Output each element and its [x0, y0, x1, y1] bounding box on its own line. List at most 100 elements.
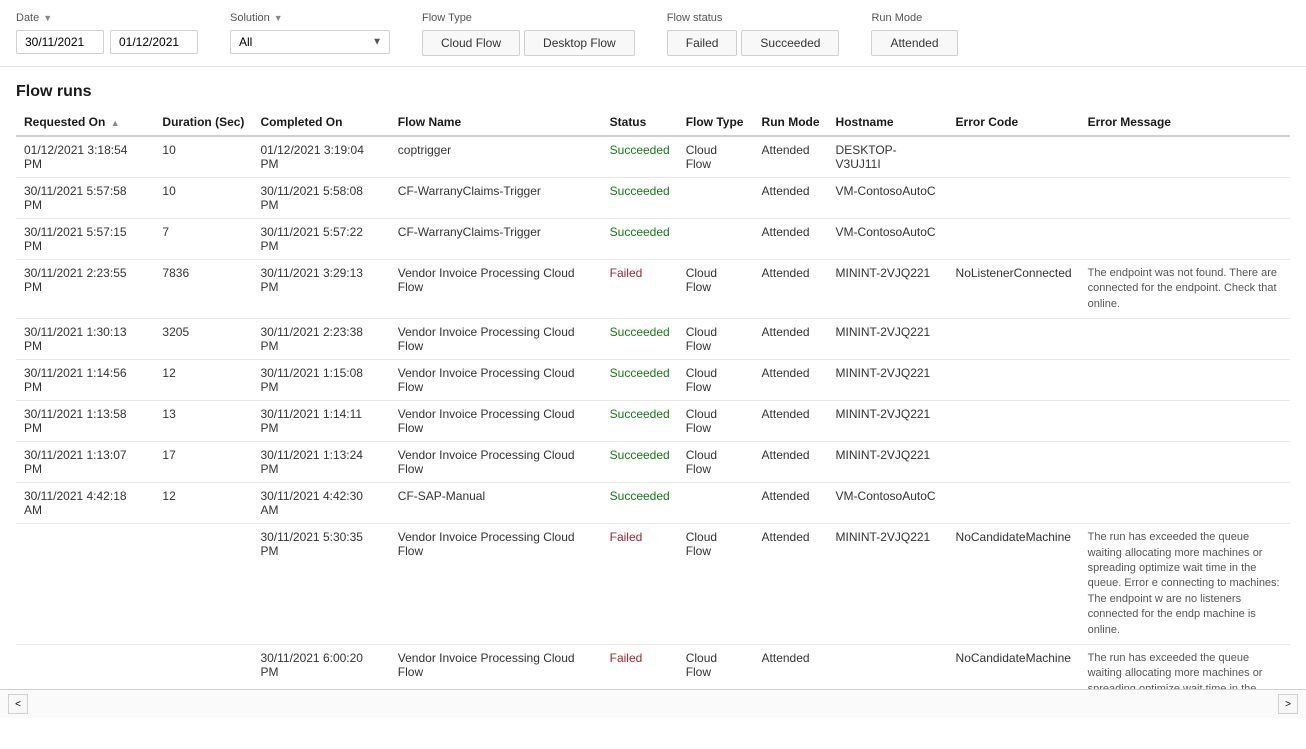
cell-run-mode: Attended	[754, 401, 828, 442]
cell-error-code	[948, 442, 1080, 483]
cell-error-code: NoListenerConnected	[948, 260, 1080, 319]
flow-type-buttons: Cloud Flow Desktop Flow	[422, 30, 635, 56]
cell-completed-on: 01/12/2021 3:19:04 PM	[252, 136, 389, 178]
cell-flow-type	[678, 178, 754, 219]
date-end-input[interactable]	[110, 30, 198, 54]
run-mode-label: Run Mode	[871, 12, 922, 24]
date-start-input[interactable]	[16, 30, 104, 54]
cell-requested-on: 30/11/2021 1:30:13 PM	[16, 319, 154, 360]
cell-error-message	[1080, 219, 1290, 260]
cell-run-mode: Attended	[754, 219, 828, 260]
cell-duration: 17	[154, 442, 252, 483]
table-row: 30/11/2021 5:57:15 PM730/11/2021 5:57:22…	[16, 219, 1290, 260]
table-row: 30/11/2021 1:14:56 PM1230/11/2021 1:15:0…	[16, 360, 1290, 401]
cell-completed-on: 30/11/2021 4:42:30 AM	[252, 483, 389, 524]
cell-error-message: The run has exceeded the queue waiting a…	[1080, 524, 1290, 645]
cell-flow-type: Cloud Flow	[678, 401, 754, 442]
cell-status: Succeeded	[602, 319, 678, 360]
cloud-flow-btn[interactable]: Cloud Flow	[422, 30, 520, 56]
cell-error-code: NoCandidateMachine	[948, 524, 1080, 645]
col-header-status: Status	[602, 109, 678, 136]
section-title: Flow runs	[0, 67, 1306, 109]
cell-error-code	[948, 178, 1080, 219]
cell-status: Succeeded	[602, 483, 678, 524]
solution-filter-group: Solution ▼ All ▼	[230, 12, 390, 54]
cell-flow-name: Vendor Invoice Processing Cloud Flow	[390, 442, 602, 483]
cell-duration: 10	[154, 136, 252, 178]
cell-duration: 3205	[154, 319, 252, 360]
cell-run-mode: Attended	[754, 360, 828, 401]
cell-status: Succeeded	[602, 178, 678, 219]
table-row: 30/11/2021 1:30:13 PM320530/11/2021 2:23…	[16, 319, 1290, 360]
cell-error-code	[948, 136, 1080, 178]
flow-status-filter-group: Flow status Failed Succeeded	[667, 12, 840, 56]
cell-error-code	[948, 401, 1080, 442]
desktop-flow-btn[interactable]: Desktop Flow	[524, 30, 635, 56]
cell-requested-on: 01/12/2021 3:18:54 PM	[16, 136, 154, 178]
flow-runs-table: Requested On ▲ Duration (Sec) Completed …	[16, 109, 1290, 689]
cell-hostname: MININT-2VJQ221	[828, 360, 948, 401]
cell-run-mode: Attended	[754, 260, 828, 319]
cell-flow-name: Vendor Invoice Processing Cloud Flow	[390, 524, 602, 645]
cell-hostname: MININT-2VJQ221	[828, 319, 948, 360]
cell-status: Failed	[602, 644, 678, 689]
cell-flow-name: Vendor Invoice Processing Cloud Flow	[390, 644, 602, 689]
bottom-navigation-bar: < >	[0, 689, 1306, 718]
cell-duration: 12	[154, 483, 252, 524]
cell-status: Succeeded	[602, 360, 678, 401]
cell-flow-name: coptrigger	[390, 136, 602, 178]
cell-requested-on: 30/11/2021 5:57:58 PM	[16, 178, 154, 219]
cell-completed-on: 30/11/2021 1:14:11 PM	[252, 401, 389, 442]
cell-run-mode: Attended	[754, 319, 828, 360]
date-filter-label: Date	[16, 12, 39, 24]
col-header-requested-on[interactable]: Requested On ▲	[16, 109, 154, 136]
table-row: 30/11/2021 5:30:35 PMVendor Invoice Proc…	[16, 524, 1290, 645]
flow-type-filter-group: Flow Type Cloud Flow Desktop Flow	[422, 12, 635, 56]
cell-completed-on: 30/11/2021 6:00:20 PM	[252, 644, 389, 689]
cell-hostname: MININT-2VJQ221	[828, 260, 948, 319]
cell-flow-type: Cloud Flow	[678, 644, 754, 689]
cell-requested-on: 30/11/2021 4:42:18 AM	[16, 483, 154, 524]
cell-requested-on: 30/11/2021 1:14:56 PM	[16, 360, 154, 401]
solution-select[interactable]: All	[230, 30, 390, 54]
cell-flow-name: CF-SAP-Manual	[390, 483, 602, 524]
solution-filter-label: Solution	[230, 12, 270, 24]
col-header-duration: Duration (Sec)	[154, 109, 252, 136]
failed-btn[interactable]: Failed	[667, 30, 738, 56]
col-header-run-mode: Run Mode	[754, 109, 828, 136]
cell-flow-type: Cloud Flow	[678, 442, 754, 483]
cell-run-mode: Attended	[754, 524, 828, 645]
cell-flow-type	[678, 483, 754, 524]
cell-error-message	[1080, 319, 1290, 360]
attended-btn[interactable]: Attended	[871, 30, 957, 56]
cell-hostname: VM-ContosoAutoC	[828, 219, 948, 260]
succeeded-btn[interactable]: Succeeded	[741, 30, 839, 56]
cell-flow-name: Vendor Invoice Processing Cloud Flow	[390, 260, 602, 319]
cell-duration: 7836	[154, 260, 252, 319]
cell-error-code: NoCandidateMachine	[948, 644, 1080, 689]
sort-icon-requested-on: ▲	[111, 118, 120, 128]
table-row: 30/11/2021 5:57:58 PM1030/11/2021 5:58:0…	[16, 178, 1290, 219]
col-header-error-code: Error Code	[948, 109, 1080, 136]
prev-page-button[interactable]: <	[8, 694, 28, 714]
cell-duration	[154, 524, 252, 645]
cell-requested-on: 30/11/2021 2:23:55 PM	[16, 260, 154, 319]
cell-duration	[154, 644, 252, 689]
col-header-flow-name: Flow Name	[390, 109, 602, 136]
next-page-button[interactable]: >	[1278, 694, 1298, 714]
cell-run-mode: Attended	[754, 178, 828, 219]
cell-requested-on	[16, 644, 154, 689]
cell-duration: 13	[154, 401, 252, 442]
table-row: 30/11/2021 6:00:20 PMVendor Invoice Proc…	[16, 644, 1290, 689]
cell-hostname: VM-ContosoAutoC	[828, 483, 948, 524]
cell-hostname: MININT-2VJQ221	[828, 401, 948, 442]
cell-completed-on: 30/11/2021 5:30:35 PM	[252, 524, 389, 645]
cell-completed-on: 30/11/2021 3:29:13 PM	[252, 260, 389, 319]
cell-status: Succeeded	[602, 401, 678, 442]
flow-runs-table-container[interactable]: Requested On ▲ Duration (Sec) Completed …	[0, 109, 1306, 689]
cell-flow-type	[678, 219, 754, 260]
cell-hostname: MININT-2VJQ221	[828, 524, 948, 645]
cell-status: Succeeded	[602, 442, 678, 483]
cell-error-code	[948, 483, 1080, 524]
cell-completed-on: 30/11/2021 1:13:24 PM	[252, 442, 389, 483]
